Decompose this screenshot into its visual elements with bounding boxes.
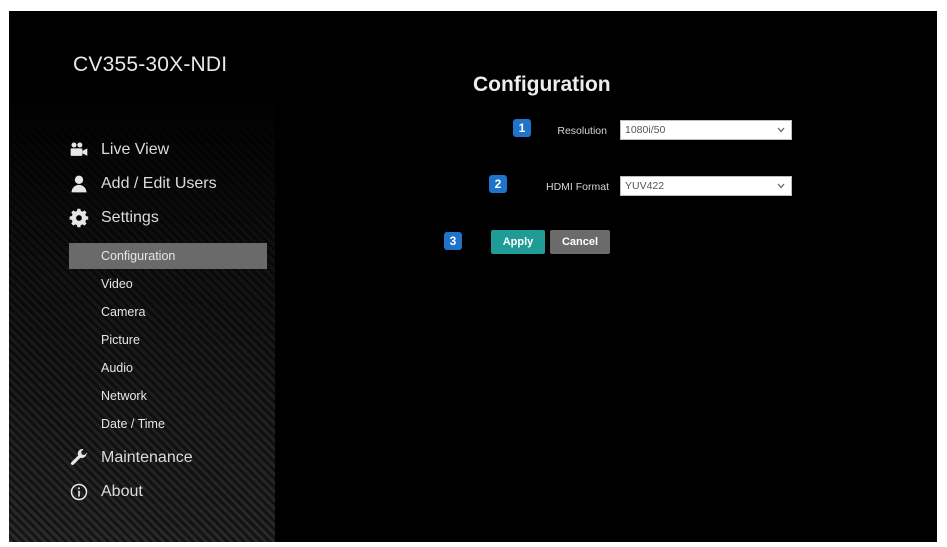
nav-live-view[interactable]: Live View [67, 138, 169, 162]
nav-maintenance[interactable]: Maintenance [67, 446, 193, 470]
wrench-icon [67, 446, 91, 470]
chevron-down-icon [776, 179, 786, 193]
device-name: CV355-30X-NDI [73, 53, 228, 76]
hdmi-format-label: HDMI Format [546, 181, 609, 193]
nav-settings-label: Settings [101, 209, 159, 226]
nav-live-view-label: Live View [101, 141, 170, 158]
resolution-label: Resolution [557, 125, 607, 137]
video-camera-icon [67, 138, 91, 162]
nav-add-edit-users-label: Add / Edit Users [101, 175, 217, 192]
chevron-down-icon [776, 123, 786, 137]
nav-maintenance-label: Maintenance [101, 449, 193, 466]
hdmi-format-select[interactable]: YUV422 [620, 176, 792, 196]
nav-about-label: About [101, 483, 143, 500]
sidebar-item-date-time[interactable]: Date / Time [69, 411, 267, 437]
hdmi-format-value: YUV422 [625, 180, 665, 192]
nav-about[interactable]: About [67, 480, 143, 504]
gear-icon [67, 206, 91, 230]
user-icon [67, 172, 91, 196]
cancel-button[interactable]: Cancel [550, 230, 610, 254]
info-icon [67, 480, 91, 504]
page-title: Configuration [473, 73, 611, 96]
sidebar-item-configuration[interactable]: Configuration [69, 243, 267, 269]
callout-badge-1: 1 [513, 119, 531, 137]
resolution-value: 1080i/50 [625, 124, 666, 136]
sidebar-item-camera[interactable]: Camera [69, 299, 267, 325]
sidebar-item-network[interactable]: Network [69, 383, 267, 409]
callout-badge-3: 3 [444, 232, 462, 250]
sidebar-item-audio[interactable]: Audio [69, 355, 267, 381]
nav-add-edit-users[interactable]: Add / Edit Users [67, 172, 217, 196]
camera-web-ui: CV355-30X-NDI Live View Add / Edit Users… [9, 11, 937, 542]
nav-settings[interactable]: Settings [67, 206, 159, 230]
sidebar-item-video[interactable]: Video [69, 271, 267, 297]
sidebar-item-picture[interactable]: Picture [69, 327, 267, 353]
resolution-select[interactable]: 1080i/50 [620, 120, 792, 140]
apply-button[interactable]: Apply [491, 230, 545, 254]
callout-badge-2: 2 [489, 175, 507, 193]
sidebar: CV355-30X-NDI Live View Add / Edit Users… [9, 11, 275, 542]
